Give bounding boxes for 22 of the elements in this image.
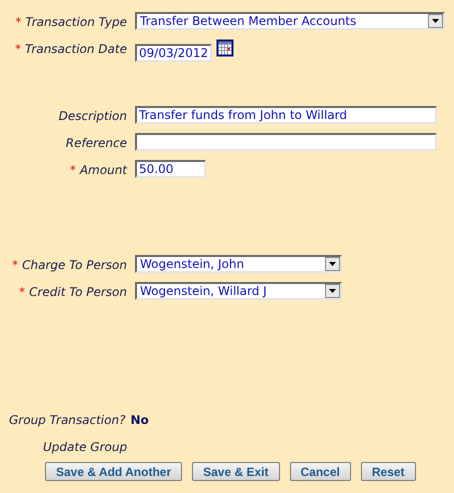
dropdown[interactable]: Wogenstein, Willard J [135,282,342,300]
field-value: No [130,413,149,427]
form-button[interactable]: Reset [360,462,416,481]
field-label: * Transaction Date [14,41,127,56]
dropdown[interactable]: Wogenstein, John [135,255,342,273]
field-label: * Charge To Person [11,257,127,272]
update-group-label: Update Group [42,440,128,454]
calendar-icon[interactable] [216,39,234,57]
field-label: Description [58,108,127,123]
text-field[interactable]: Transfer funds from John to Willard [135,106,437,124]
form-button[interactable]: Save & Add Another [45,462,182,481]
form-button[interactable]: Save & Exit [192,462,280,481]
text-field[interactable]: 50.00 [135,160,206,178]
field-label: * Credit To Person [18,284,127,299]
field-label: * Amount [68,162,127,177]
dropdown[interactable]: Transfer Between Member Accounts [135,12,445,30]
field-label: Reference [64,135,127,150]
field-label: Group Transaction? [9,413,126,427]
date-field[interactable]: 09/03/2012 [135,44,212,62]
field-label: * Transaction Type [14,14,127,29]
form-button[interactable]: Cancel [290,462,351,481]
text-field[interactable] [135,133,437,151]
